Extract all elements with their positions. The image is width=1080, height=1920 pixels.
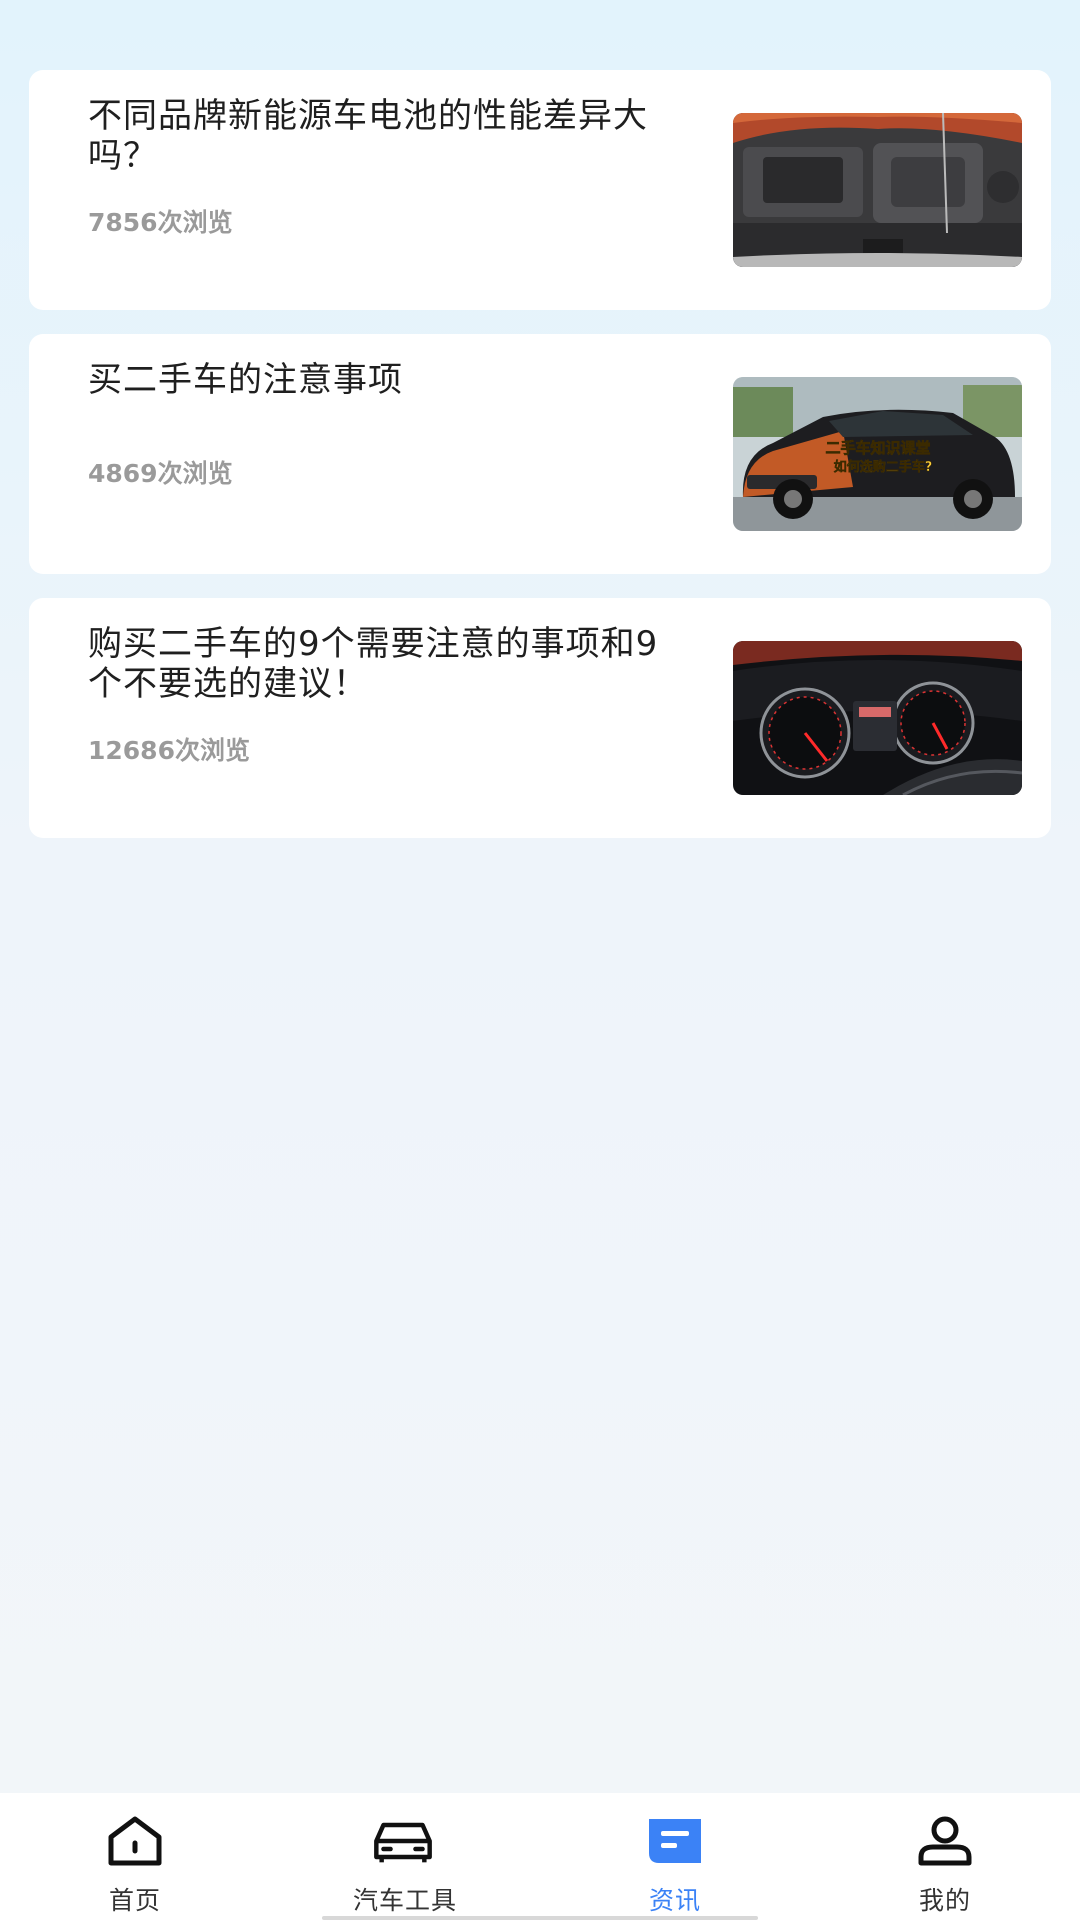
suv-photo: 二手车知识课堂 如何选购二手车? — [733, 377, 1022, 531]
home-icon — [103, 1813, 167, 1869]
article-card[interactable]: 买二手车的注意事项 4869次浏览 二手车知识课堂 如何选购二手车? — [29, 334, 1051, 574]
user-icon — [913, 1813, 977, 1869]
article-view-count: 4869次浏览 — [88, 459, 233, 488]
tab-label: 汽车工具 — [352, 1886, 457, 1915]
home-indicator — [322, 1916, 758, 1920]
article-view-count: 7856次浏览 — [88, 208, 233, 237]
tab-home[interactable]: 首页 — [0, 1793, 270, 1920]
thumb-overlay-subtitle: 如何选购二手车? — [834, 459, 933, 475]
article-card[interactable]: 购买二手车的9个需要注意的事项和9个不要选的建议！ 12686次浏览 — [29, 598, 1051, 838]
article-title: 不同品牌新能源车电池的性能差异大吗？ — [88, 96, 648, 176]
bottom-tab-bar: 首页 汽车工具 资讯 我的 — [0, 1793, 1080, 1920]
article-thumbnail — [733, 641, 1022, 795]
news-icon — [643, 1813, 707, 1869]
tab-news[interactable]: 资讯 — [540, 1793, 810, 1920]
thumb-overlay-title: 二手车知识课堂 — [825, 439, 930, 457]
article-view-count: 12686次浏览 — [88, 736, 250, 765]
engine-bay-photo — [733, 113, 1022, 267]
article-card[interactable]: 不同品牌新能源车电池的性能差异大吗？ 7856次浏览 — [29, 70, 1051, 310]
tab-profile[interactable]: 我的 — [810, 1793, 1080, 1920]
article-title: 购买二手车的9个需要注意的事项和9个不要选的建议！ — [88, 624, 659, 704]
dashboard-photo — [733, 641, 1022, 795]
article-thumbnail — [733, 113, 1022, 267]
car-icon — [373, 1813, 437, 1869]
article-thumbnail: 二手车知识课堂 如何选购二手车? — [733, 377, 1022, 531]
tab-car-tools[interactable]: 汽车工具 — [270, 1793, 540, 1920]
tab-label: 资讯 — [648, 1886, 701, 1915]
article-title: 买二手车的注意事项 — [88, 360, 403, 400]
article-list: 不同品牌新能源车电池的性能差异大吗？ 7856次浏览 买二手车的注意事项 486… — [29, 70, 1051, 862]
tab-label: 首页 — [108, 1886, 161, 1915]
tab-label: 我的 — [918, 1886, 971, 1915]
